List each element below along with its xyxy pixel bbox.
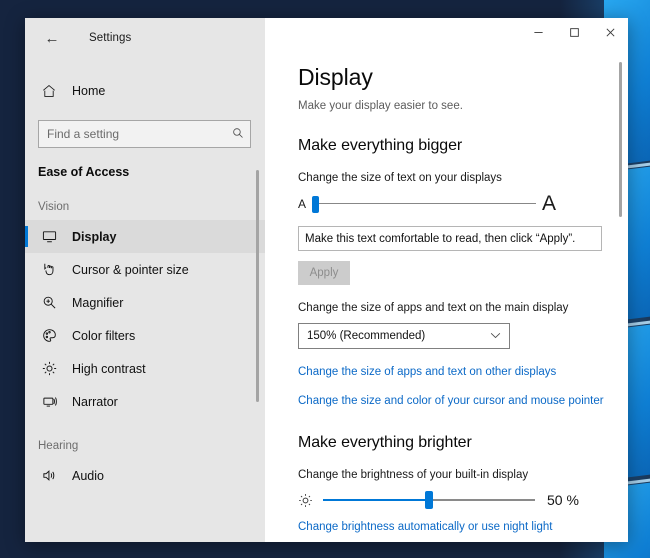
brightness-slider-fill <box>323 499 429 501</box>
main-content: Display Make your display easier to see.… <box>265 58 628 533</box>
search-wrapper <box>25 108 265 148</box>
narrator-icon <box>38 392 60 412</box>
link-cursor-pointer[interactable]: Change the size and color of your cursor… <box>298 395 628 407</box>
sidebar-item-display[interactable]: Display <box>25 220 265 253</box>
page-subtitle: Make your display easier to see. <box>298 100 463 112</box>
text-size-slider-rail <box>312 202 536 205</box>
sidebar-item-magnifier[interactable]: Magnifier <box>25 286 265 319</box>
apply-button[interactable]: Apply <box>298 261 350 285</box>
back-button[interactable]: ← <box>35 23 69 53</box>
close-button[interactable] <box>592 18 628 46</box>
sample-text-box: Make this text comfortable to read, then… <box>298 226 602 251</box>
sidebar-group-label-hearing: Hearing <box>38 440 79 452</box>
desktop-background: ← Settings Home Find a setting Ease of A… <box>0 0 650 558</box>
sidebar: ← Settings Home Find a setting Ease of A… <box>25 18 265 542</box>
brightness-slider-thumb[interactable] <box>425 491 433 509</box>
search-box[interactable] <box>38 120 251 148</box>
cursor-icon <box>38 260 60 280</box>
sidebar-item-cursor-pointer-size[interactable]: Cursor & pointer size <box>25 253 265 286</box>
sidebar-item-magnifier-label: Magnifier <box>72 295 124 310</box>
back-arrow-icon: ← <box>44 29 60 47</box>
brightness-value: 50 % <box>547 492 579 508</box>
text-size-slider-row: A A <box>298 193 556 214</box>
sidebar-item-display-label: Display <box>72 229 117 244</box>
sidebar-group-vision: Display Cursor & pointer size Magnifier … <box>25 220 265 418</box>
section-heading-brighter: Make everything brighter <box>298 434 472 451</box>
sample-text: Make this text comfortable to read, then… <box>305 232 576 245</box>
scale-dropdown[interactable]: 150% (Recommended) <box>298 323 510 349</box>
sidebar-item-narrator[interactable]: Narrator <box>25 385 265 418</box>
search-input[interactable] <box>47 127 232 141</box>
home-icon <box>38 84 60 98</box>
monitor-icon <box>38 227 60 247</box>
minimize-button[interactable] <box>520 18 556 46</box>
large-a-label: A <box>541 192 556 215</box>
scale-label: Change the size of apps and text on the … <box>298 302 569 314</box>
sidebar-item-high-contrast[interactable]: High contrast <box>25 352 265 385</box>
brightness-slider[interactable] <box>323 491 535 509</box>
small-a-label: A <box>298 196 307 211</box>
sidebar-item-cursor-pointer-size-label: Cursor & pointer size <box>72 262 189 277</box>
section-heading-bigger: Make everything bigger <box>298 137 463 154</box>
search-icon[interactable] <box>232 127 244 141</box>
brightness-slider-track <box>429 499 535 501</box>
maximize-button[interactable] <box>556 18 592 46</box>
sidebar-item-audio[interactable]: Audio <box>25 459 265 492</box>
main-panel: Display Make your display easier to see.… <box>265 18 628 542</box>
sidebar-item-high-contrast-label: High contrast <box>72 361 146 376</box>
sidebar-group-label-vision: Vision <box>38 201 70 213</box>
scale-dropdown-value: 150% (Recommended) <box>307 330 426 342</box>
speaker-icon <box>38 466 60 486</box>
brightness-slider-row: 50 % <box>298 491 586 509</box>
main-scrollbar[interactable] <box>619 62 622 217</box>
app-title: Settings <box>89 32 132 44</box>
sidebar-item-color-filters-label: Color filters <box>72 328 136 343</box>
window-caption-buttons <box>265 18 628 58</box>
sidebar-titlebar: ← Settings <box>25 18 265 58</box>
brightness-sun-icon <box>298 493 316 508</box>
sidebar-item-audio-label: Audio <box>72 468 104 483</box>
sun-contrast-icon <box>38 359 60 379</box>
text-size-label: Change the size of text on your displays <box>298 172 502 184</box>
text-size-slider[interactable] <box>312 195 536 213</box>
chevron-down-icon <box>490 331 501 341</box>
palette-icon <box>38 326 60 346</box>
link-night-light[interactable]: Change brightness automatically or use n… <box>298 521 628 533</box>
brightness-label: Change the brightness of your built-in d… <box>298 469 529 481</box>
sidebar-item-home[interactable]: Home <box>25 74 265 108</box>
sidebar-scrollbar[interactable] <box>256 170 259 402</box>
settings-window: ← Settings Home Find a setting Ease of A… <box>25 18 628 542</box>
sidebar-category-title: Ease of Access <box>38 165 130 179</box>
sidebar-group-hearing: Audio <box>25 459 265 492</box>
link-other-displays[interactable]: Change the size of apps and text on othe… <box>298 366 628 378</box>
text-size-slider-thumb[interactable] <box>312 195 319 213</box>
sidebar-item-home-label: Home <box>72 84 106 98</box>
sidebar-item-color-filters[interactable]: Color filters <box>25 319 265 352</box>
sidebar-item-narrator-label: Narrator <box>72 394 118 409</box>
page-title: Display <box>298 64 373 90</box>
magnifier-icon <box>38 293 60 313</box>
